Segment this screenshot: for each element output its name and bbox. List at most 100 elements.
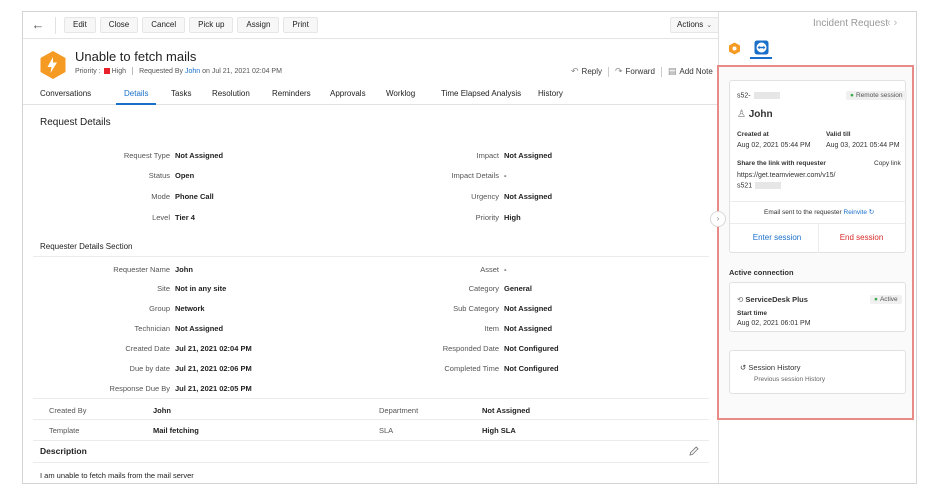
refresh-icon[interactable]: ↻ (869, 209, 874, 216)
incident-title: Unable to fetch mails (75, 49, 197, 64)
tab-approvals[interactable]: Approvals (330, 89, 366, 98)
tab-reminders[interactable]: Reminders (272, 89, 311, 98)
status-dot: ● (850, 92, 854, 99)
field-label: Priority (475, 213, 499, 222)
forward-button[interactable]: ↷ Forward (615, 66, 655, 77)
toolbar-divider (55, 17, 56, 34)
summary-value: Mail fetching (153, 426, 199, 435)
chevron-down-icon: ⌄ (706, 22, 713, 29)
field-value: Jul 21, 2021 02:05 PM (175, 384, 252, 393)
right-panel-title: Incident Request (813, 18, 889, 29)
tab-details[interactable]: Details (124, 89, 148, 98)
session-user-name: John (748, 109, 773, 120)
field-value: John (175, 265, 193, 274)
field-value: - (504, 171, 507, 180)
session-history-card[interactable]: ↺ Session History Previous session Histo… (729, 350, 906, 394)
section-divider (33, 256, 709, 257)
field-label: Due by date (129, 364, 170, 373)
tab-tasks[interactable]: Tasks (171, 89, 191, 98)
field-value: Not Configured (504, 364, 559, 373)
field-label: Group (149, 304, 170, 313)
reply-divider (608, 66, 609, 77)
history-icon: ↺ (740, 363, 747, 372)
field-value: High (504, 213, 521, 222)
section-divider (33, 398, 709, 399)
field-label: Sub Category (453, 304, 499, 313)
tab-history[interactable]: History (538, 89, 563, 98)
teamviewer-icon[interactable] (754, 40, 769, 55)
active-connection-heading: Active connection (729, 268, 794, 277)
email-sent-note: Email sent to the requester Reinvite ↻ (764, 208, 874, 216)
session-link-line1[interactable]: https://get.teamviewer.com/v15/ (737, 172, 835, 179)
created-at-label: Created at (737, 131, 769, 138)
row-divider (33, 440, 709, 441)
close-button[interactable]: Close (99, 17, 139, 33)
assign-button[interactable]: Assign (237, 17, 280, 33)
created-at-value: Aug 02, 2021 05:44 PM (737, 142, 811, 149)
field-label: Category (468, 284, 499, 293)
requester-section-heading: Requester Details Section (40, 242, 133, 251)
incident-meta: Priority : High Requested By John on Jul… (75, 67, 282, 75)
copy-link-button[interactable]: Copy link (874, 160, 901, 167)
forward-label: Forward (625, 67, 655, 76)
field-value: Not Assigned (504, 151, 553, 160)
field-value: Not in any site (175, 284, 227, 293)
pick-up-button[interactable]: Pick up (189, 17, 234, 33)
collapse-icon: › (716, 214, 720, 223)
reply-button[interactable]: ↶ Reply (571, 66, 602, 77)
tab-time-elapsed-analysis[interactable]: Time Elapsed Analysis (441, 89, 521, 98)
record-nav[interactable]: ‹› (887, 17, 900, 29)
incident-icon[interactable] (728, 42, 741, 55)
field-label: Responded Date (442, 344, 499, 353)
field-label: Mode (151, 192, 170, 201)
summary-value: John (153, 406, 171, 415)
reinvite-link[interactable]: Reinvite (844, 209, 867, 216)
status-dot: ● (874, 296, 878, 303)
summary-value: Not Assigned (482, 406, 531, 415)
field-value: Not Assigned (504, 304, 553, 313)
reply-label: Reply (581, 67, 602, 76)
chevron-left-icon[interactable]: ‹ (887, 17, 894, 29)
active-tab-indicator (116, 103, 156, 105)
field-label: Item (484, 324, 499, 333)
end-session-button[interactable]: End session (818, 224, 905, 253)
chevron-right-icon[interactable]: › (894, 17, 901, 29)
description-text: I am unable to fetch mails from the mail… (40, 471, 194, 480)
add-note-label: Add Note (679, 67, 713, 76)
row-divider (33, 419, 709, 420)
priority-square (103, 68, 110, 74)
connection-name-text: ServiceDesk Plus (745, 295, 808, 304)
back-arrow-icon[interactable]: ← (29, 17, 47, 33)
field-label: Impact (476, 151, 499, 160)
meta-divider (132, 67, 134, 75)
remote-session-panel: s52- ● Remote session ♙ John Created at V… (717, 65, 914, 420)
print-button[interactable]: Print (283, 17, 318, 33)
requester-link[interactable]: John (185, 68, 200, 75)
note-icon: ▤ (667, 66, 677, 76)
field-label: Request Type (123, 151, 170, 160)
field-value: Tier 4 (175, 213, 195, 222)
session-id-prefix: s52- (737, 92, 751, 100)
tab-conversations[interactable]: Conversations (40, 89, 91, 98)
start-time-label: Start time (737, 310, 767, 317)
user-icon: ♙ (737, 109, 746, 120)
session-history-link[interactable]: ↺ Session History (740, 363, 801, 372)
field-label: Created Date (125, 344, 170, 353)
tab-worklog[interactable]: Worklog (386, 89, 415, 98)
reply-icon: ↶ (571, 66, 579, 76)
enter-session-button[interactable]: Enter session (730, 224, 824, 253)
card-divider (730, 201, 905, 202)
field-value: Jul 21, 2021 02:04 PM (175, 344, 252, 353)
tab-resolution[interactable]: Resolution (212, 89, 250, 98)
session-link-line2: s521 (737, 182, 782, 189)
collapse-panel-button[interactable]: › (710, 211, 726, 227)
edit-button[interactable]: Edit (64, 17, 96, 33)
field-value: Not Assigned (504, 192, 553, 201)
cancel-button[interactable]: Cancel (142, 17, 186, 33)
add-note-button[interactable]: ▤ Add Note (668, 66, 713, 77)
session-link-code[interactable]: s521 (737, 182, 752, 189)
active-panel-tab-indicator (750, 57, 772, 59)
field-value: Not Assigned (175, 324, 224, 333)
edit-icon[interactable] (688, 445, 700, 457)
actions-dropdown[interactable]: Actions ⌄ (670, 17, 720, 33)
